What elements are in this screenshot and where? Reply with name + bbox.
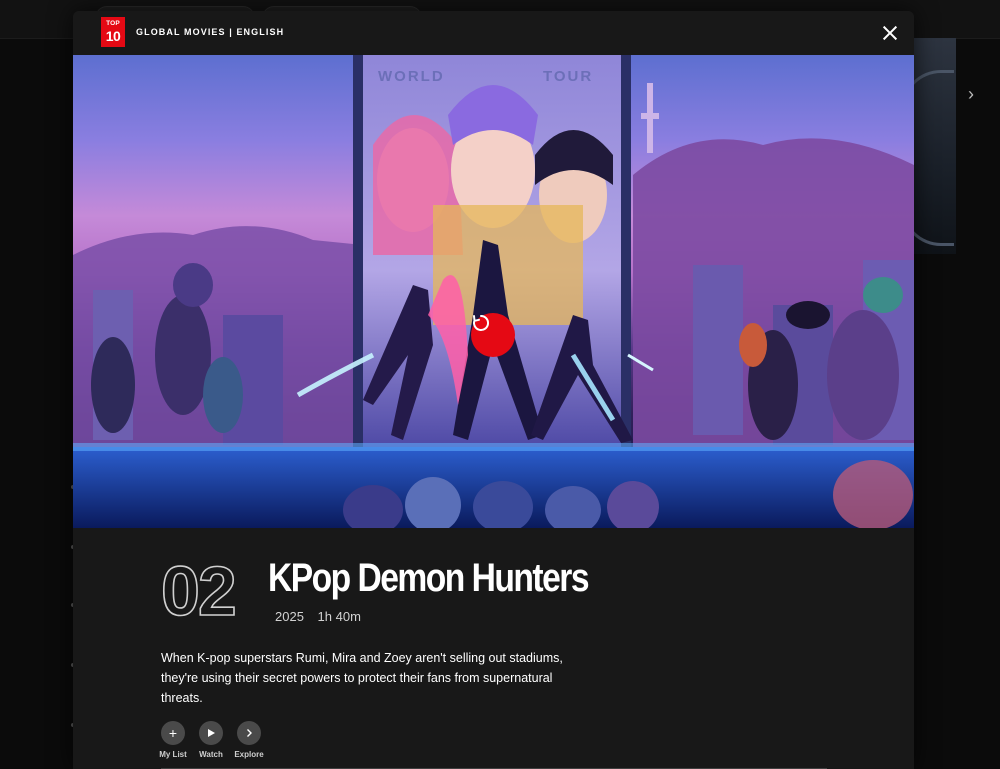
title-meta: 2025 1h 40m (275, 609, 371, 624)
row-next-icon[interactable]: › (968, 84, 982, 104)
billboard-text-right: TOUR (543, 68, 593, 85)
play-icon (199, 721, 223, 745)
billboard-text-left: WORLD (378, 68, 445, 85)
release-year: 2025 (275, 609, 304, 624)
plus-icon: + (161, 721, 185, 745)
watch-button[interactable]: Watch (193, 721, 229, 759)
explore-button[interactable]: Explore (231, 721, 267, 759)
my-list-label: My List (159, 750, 187, 759)
replay-button[interactable] (471, 313, 515, 357)
title-info-section: 02 KPop Demon Hunters 2025 1h 40m When K… (73, 528, 914, 769)
top10-badge-icon: TOP 10 (101, 17, 125, 47)
explore-label: Explore (234, 750, 264, 759)
rank-number: 02 (160, 552, 237, 630)
ranking-category-label: GLOBAL MOVIES | ENGLISH (136, 27, 285, 37)
title-name: KPop Demon Hunters (268, 556, 590, 600)
top10-badge-top: TOP (106, 20, 120, 28)
modal-header: TOP 10 GLOBAL MOVIES | ENGLISH (73, 11, 914, 55)
my-list-button[interactable]: + My List (155, 721, 191, 759)
watch-label: Watch (199, 750, 223, 759)
close-icon[interactable] (878, 21, 902, 45)
top10-badge-number: 10 (105, 27, 121, 44)
title-description: When K-pop superstars Rumi, Mira and Zoe… (161, 651, 563, 705)
replay-icon (473, 314, 490, 331)
runtime: 1h 40m (317, 609, 361, 624)
hero-artwork: WORLD TOUR (73, 55, 914, 528)
title-detail-modal: TOP 10 GLOBAL MOVIES | ENGLISH WORLD TOU… (73, 11, 914, 769)
hero-artwork-illustration: WORLD TOUR (73, 55, 914, 528)
chevron-right-icon (237, 721, 261, 745)
